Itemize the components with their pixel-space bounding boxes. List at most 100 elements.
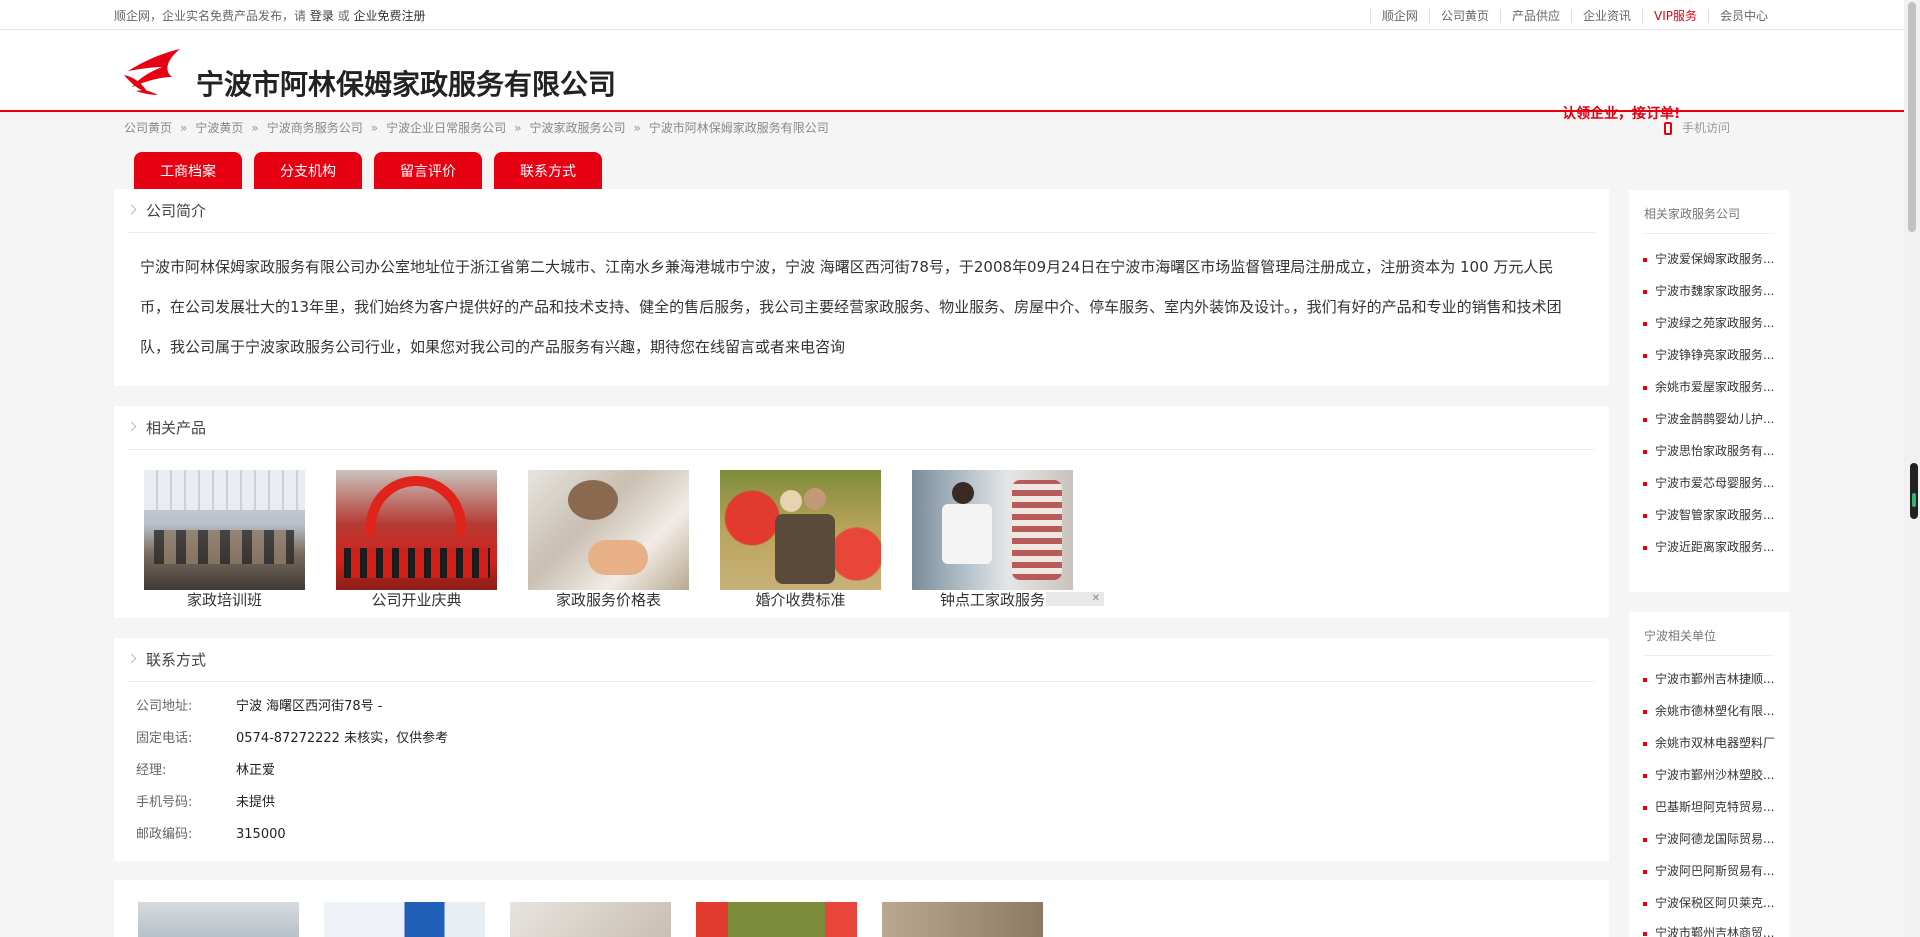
gallery-image[interactable] bbox=[696, 902, 857, 937]
gallery-image[interactable] bbox=[138, 902, 299, 937]
sidebar-local-item[interactable]: 宁波阿巴阿斯贸易有... bbox=[1643, 862, 1774, 879]
bullet-icon bbox=[1643, 481, 1647, 486]
tab-reviews[interactable]: 留言评价 bbox=[374, 152, 482, 191]
sidebar-local-item-label[interactable]: 宁波阿巴阿斯贸易有... bbox=[1655, 864, 1774, 878]
sidebar-related-item-label[interactable]: 宁波绿之苑家政服务... bbox=[1655, 316, 1774, 330]
floating-side-control[interactable] bbox=[1910, 463, 1918, 519]
product-caption[interactable]: 公司开业庆典 bbox=[336, 590, 497, 610]
top-nav-member[interactable]: 会员中心 bbox=[1707, 9, 1779, 23]
register-link[interactable]: 企业免费注册 bbox=[354, 9, 426, 23]
breadcrumb-item[interactable]: 宁波市阿林保姆家政服务有限公司 bbox=[649, 121, 829, 135]
product-item[interactable]: 钟点工家政服务 bbox=[912, 470, 1073, 610]
product-image-matchmaking[interactable] bbox=[720, 470, 881, 590]
contact-label: 固定电话: bbox=[136, 731, 193, 746]
chevron-right-icon bbox=[126, 653, 137, 664]
sidebar-related-panel: 相关家政服务公司 宁波爱保姆家政服务... 宁波市魏家家政服务... 宁波绿之苑… bbox=[1629, 190, 1789, 592]
top-nav-products[interactable]: 产品供应 bbox=[1499, 9, 1571, 23]
top-nav-vip[interactable]: VIP服务 bbox=[1641, 9, 1708, 23]
mobile-visit-link[interactable]: 手机访问 bbox=[1664, 119, 1730, 136]
sidebar-local-item[interactable]: 巴基斯坦阿克特贸易... bbox=[1643, 798, 1774, 815]
contact-row-postcode: 邮政编码: 315000 bbox=[136, 823, 286, 842]
product-caption[interactable]: 家政服务价格表 bbox=[528, 590, 689, 610]
bullet-icon bbox=[1643, 773, 1647, 778]
chevron-right-icon bbox=[126, 421, 137, 432]
scrollbar-thumb[interactable] bbox=[1908, 2, 1916, 232]
contact-value: 0574-87272222 未核实，仅供参考 bbox=[236, 731, 449, 746]
bullet-icon bbox=[1643, 931, 1647, 936]
product-image-opening[interactable] bbox=[336, 470, 497, 590]
ad-close-button[interactable]: ✕ bbox=[1046, 592, 1104, 606]
product-caption[interactable]: 家政培训班 bbox=[144, 590, 305, 610]
sidebar-local-item-label[interactable]: 宁波保税区阿贝莱克... bbox=[1655, 896, 1774, 910]
gallery-image[interactable] bbox=[324, 902, 485, 937]
login-link[interactable]: 登录 bbox=[310, 9, 334, 23]
breadcrumb-item[interactable]: 宁波家政服务公司 bbox=[529, 121, 625, 135]
sidebar-local-item[interactable]: 宁波阿德龙国际贸易... bbox=[1643, 830, 1774, 847]
header: 宁波市阿林保姆家政服务有限公司 认领企业，接订单! bbox=[0, 30, 1920, 122]
sidebar-related-item-label[interactable]: 宁波市爱芯母婴服务... bbox=[1655, 476, 1774, 490]
contact-value: 315000 bbox=[236, 827, 286, 842]
sidebar-related-item-label[interactable]: 宁波近距离家政服务... bbox=[1655, 540, 1774, 554]
product-item[interactable]: 公司开业庆典 bbox=[336, 470, 497, 610]
tab-branches[interactable]: 分支机构 bbox=[254, 152, 362, 191]
sidebar-related-item-label[interactable]: 宁波金鹊鹊婴幼儿护... bbox=[1655, 412, 1774, 426]
sidebar-local-item-label[interactable]: 余姚市双林电器塑料厂 bbox=[1655, 736, 1775, 750]
sidebar-related-item-label[interactable]: 宁波思怡家政服务有... bbox=[1655, 444, 1774, 458]
sidebar-local-item-label[interactable]: 巴基斯坦阿克特贸易... bbox=[1655, 800, 1774, 814]
sidebar-local-item[interactable]: 宁波保税区阿贝莱克... bbox=[1643, 894, 1774, 911]
top-nav-news[interactable]: 企业资讯 bbox=[1570, 9, 1642, 23]
sidebar-related-item[interactable]: 余姚市爱屋家政服务... bbox=[1643, 378, 1774, 395]
sidebar-related-item[interactable]: 宁波爱保姆家政服务... bbox=[1643, 250, 1774, 267]
sidebar-local-item[interactable]: 宁波市鄞州吉林商贸... bbox=[1643, 924, 1774, 937]
sidebar-related-item[interactable]: 宁波金鹊鹊婴幼儿护... bbox=[1643, 410, 1774, 427]
sidebar-related-item[interactable]: 宁波铮铮亮家政服务... bbox=[1643, 346, 1774, 363]
sidebar-local-item[interactable]: 余姚市双林电器塑料厂 bbox=[1643, 734, 1775, 751]
sidebar-local-item-label[interactable]: 余姚市德林塑化有限... bbox=[1655, 704, 1774, 718]
sidebar-local-item[interactable]: 余姚市德林塑化有限... bbox=[1643, 702, 1774, 719]
contact-label: 手机号码: bbox=[136, 795, 193, 810]
product-item[interactable]: 家政培训班 bbox=[144, 470, 305, 610]
breadcrumb: 公司黄页» 宁波黄页» 宁波商务服务公司» 宁波企业日常服务公司» 宁波家政服务公司» 宁… bbox=[124, 121, 829, 135]
bullet-icon bbox=[1643, 385, 1647, 390]
tab-business-record[interactable]: 工商档案 bbox=[134, 152, 242, 191]
product-item[interactable]: 家政服务价格表 bbox=[528, 470, 689, 610]
sidebar-local-item-label[interactable]: 宁波市鄞州吉林商贸... bbox=[1655, 926, 1774, 937]
sidebar-related-item[interactable]: 宁波智管家家政服务... bbox=[1643, 506, 1774, 523]
top-nav-shunqi[interactable]: 顺企网 bbox=[1369, 9, 1429, 23]
sidebar-local-item-label[interactable]: 宁波市鄞州沙林塑胶... bbox=[1655, 768, 1774, 782]
sidebar-related-item-label[interactable]: 宁波爱保姆家政服务... bbox=[1655, 252, 1774, 266]
breadcrumb-item[interactable]: 宁波企业日常服务公司 bbox=[386, 121, 506, 135]
tab-contact[interactable]: 联系方式 bbox=[494, 152, 602, 191]
sidebar-local-item[interactable]: 宁波市鄞州沙林塑胶... bbox=[1643, 766, 1774, 783]
gallery-image[interactable] bbox=[510, 902, 671, 937]
product-caption[interactable]: 婚介收费标准 bbox=[720, 590, 881, 610]
sidebar-local-item-label[interactable]: 宁波阿德龙国际贸易... bbox=[1655, 832, 1774, 846]
sidebar-related-item[interactable]: 宁波思怡家政服务有... bbox=[1643, 442, 1774, 459]
bullet-icon bbox=[1643, 901, 1647, 906]
sidebar-local-item-label[interactable]: 宁波市鄞州吉林捷顺... bbox=[1655, 672, 1774, 686]
breadcrumb-item[interactable]: 公司黄页 bbox=[124, 121, 172, 135]
sidebar-related-item[interactable]: 宁波近距离家政服务... bbox=[1643, 538, 1774, 555]
product-image-hourly-service[interactable] bbox=[912, 470, 1073, 590]
product-image-training[interactable] bbox=[144, 470, 305, 590]
bullet-icon bbox=[1643, 257, 1647, 262]
sidebar-related-item[interactable]: 宁波绿之苑家政服务... bbox=[1643, 314, 1774, 331]
top-nav-yellow-pages[interactable]: 公司黄页 bbox=[1428, 9, 1500, 23]
gallery-image[interactable] bbox=[882, 902, 1043, 937]
sidebar-related-item-label[interactable]: 宁波市魏家家政服务... bbox=[1655, 284, 1774, 298]
sidebar-related-item-label[interactable]: 宁波铮铮亮家政服务... bbox=[1655, 348, 1774, 362]
sidebar-local-item[interactable]: 宁波市鄞州吉林捷顺... bbox=[1643, 670, 1774, 687]
product-image-price-list[interactable] bbox=[528, 470, 689, 590]
product-item[interactable]: 婚介收费标准 bbox=[720, 470, 881, 610]
breadcrumb-item[interactable]: 宁波黄页 bbox=[195, 121, 243, 135]
claim-company-link[interactable]: 认领企业，接订单! bbox=[1562, 103, 1680, 123]
contact-row-phone: 固定电话: 0574-87272222 未核实，仅供参考 bbox=[136, 727, 448, 746]
sidebar-related-item-label[interactable]: 宁波智管家家政服务... bbox=[1655, 508, 1774, 522]
top-notice-text: 顺企网，企业实名免费产品发布，请 bbox=[114, 9, 307, 23]
sidebar-related-item-label[interactable]: 余姚市爱屋家政服务... bbox=[1655, 380, 1774, 394]
company-logo-icon bbox=[124, 49, 180, 95]
sidebar-related-item[interactable]: 宁波市爱芯母婴服务... bbox=[1643, 474, 1774, 491]
breadcrumb-item[interactable]: 宁波商务服务公司 bbox=[267, 121, 363, 135]
bullet-icon bbox=[1643, 677, 1647, 682]
sidebar-related-item[interactable]: 宁波市魏家家政服务... bbox=[1643, 282, 1774, 299]
